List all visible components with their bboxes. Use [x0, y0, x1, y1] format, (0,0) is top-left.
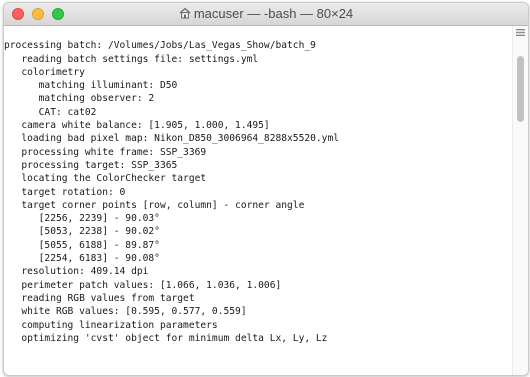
- terminal-output[interactable]: processing batch: /Volumes/Jobs/Las_Vega…: [4, 26, 513, 375]
- window-title: macuser — -bash — 80×24: [193, 6, 354, 21]
- terminal-line: camera white balance: [1.905, 1.000, 1.4…: [4, 120, 270, 132]
- terminal-line: target rotation: 0: [4, 186, 126, 198]
- terminal-window: macuser — -bash — 80×24 processing batch…: [3, 2, 529, 376]
- terminal-line: computing linearization parameters: [4, 319, 218, 331]
- vertical-scrollbar[interactable]: [512, 26, 528, 375]
- terminal-line: reading RGB values from target: [4, 292, 195, 304]
- terminal-line: [2254, 6183] - 90.08°: [4, 253, 160, 265]
- scroll-corner-icon: [516, 29, 525, 36]
- terminal-line: matching illuminant: D50: [4, 80, 178, 92]
- terminal-line: CAT: cat02: [4, 106, 97, 118]
- terminal-line: optimizing 'cvst' object for minimum del…: [4, 332, 328, 344]
- terminal-line: locating the ColorChecker target: [4, 173, 207, 185]
- terminal-line: target corner points [row, column] - cor…: [4, 199, 305, 211]
- terminal-line: processing target: SSP_3365: [4, 159, 178, 171]
- terminal-line: reading batch settings file: settings.ym…: [4, 53, 259, 65]
- terminal-line: processing white frame: SSP_3369: [4, 146, 207, 158]
- scrollbar-thumb[interactable]: [517, 56, 524, 122]
- terminal-line: resolution: 409.14 dpi: [4, 266, 149, 278]
- terminal-line: white RGB values: [0.595, 0.577, 0.559]: [4, 306, 247, 318]
- terminal-line: processing batch: /Volumes/Jobs/Las_Vega…: [4, 40, 316, 52]
- home-icon: [179, 7, 191, 19]
- terminal-line: [5053, 2238] - 90.02°: [4, 226, 160, 238]
- terminal-line: colorimetry: [4, 66, 85, 78]
- window-title-container: macuser — -bash — 80×24: [4, 3, 528, 25]
- title-bar[interactable]: macuser — -bash — 80×24: [4, 3, 528, 26]
- terminal-line: [5055, 6188] - 89.87°: [4, 239, 160, 251]
- terminal-line: [2256, 2239] - 90.03°: [4, 213, 160, 225]
- terminal-line: matching observer: 2: [4, 93, 155, 105]
- terminal-line: loading bad pixel map: Nikon_D850_300696…: [4, 133, 340, 145]
- terminal-line: perimeter patch values: [1.066, 1.036, 1…: [4, 279, 282, 291]
